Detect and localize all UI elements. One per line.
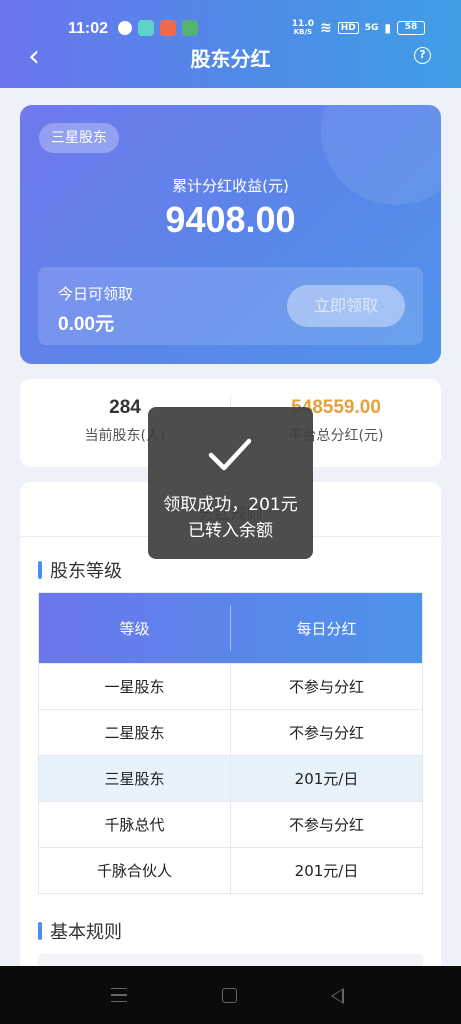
row-dividend: 不参与分红 [288,724,364,742]
table-row-current: 三星股东 201元/日 [39,755,422,801]
row-level: 千脉总代 [104,816,165,834]
app-notification-icon [138,20,154,36]
success-toast: 领取成功，201元 已转入余额 [148,407,313,559]
notification-icons [118,20,198,36]
status-bar: 11:02 11.0 KB/S ≋ HD 5G ▮ 58 [0,0,461,40]
status-time: 11:02 [68,20,109,37]
network-speed: 11.0 KB/S [291,19,314,37]
app-notification-icon-2 [160,20,176,36]
level-section-label: 股东等级 [50,561,122,582]
total-dividend-label: 累计分红收益(元) [172,177,289,195]
system-nav-bar [0,966,461,1024]
row-dividend: 201元/日 [294,862,359,880]
home-icon[interactable] [222,988,237,1003]
row-dividend: 不参与分红 [288,816,364,834]
recent-apps-icon[interactable] [111,988,127,1002]
android-icon [182,20,198,36]
table-header: 等级 每日分红 [39,593,422,663]
status-right: 11.0 KB/S ≋ HD 5G ▮ 58 [292,20,425,36]
basic-rules-label: 基本规则 [50,922,122,943]
battery-icon: 58 [397,21,425,35]
header-level: 等级 [119,619,150,638]
toast-submessage: 已转入余额 [188,521,273,541]
claim-now-button[interactable]: 立即领取 [287,285,405,327]
level-section-heading: 股东等级 [38,557,122,583]
today-claim-box: 今日可领取 0.00元 立即领取 [38,267,423,345]
check-icon [208,438,252,471]
basic-rules-heading: 基本规则 [38,918,122,944]
row-dividend: 201元/日 [294,770,359,788]
wechat-icon [118,21,132,35]
header-dividend: 每日分红 [296,619,357,638]
page-title: 股东分红 [190,47,271,71]
today-claim-label: 今日可领取 [58,285,134,303]
section-marker [38,561,42,579]
hd-badge: HD [337,22,359,34]
shareholder-level-table: 等级 每日分红 一星股东 不参与分红 二星股东 不参与分红 三星股东 201元/… [38,592,423,894]
wifi-icon: ≋ [319,20,332,36]
signal-5g: 5G [364,23,379,33]
section-marker [38,922,42,940]
help-icon[interactable]: ? [414,47,431,64]
row-level: 一星股东 [104,678,165,696]
signal-icon: ▮ [384,21,391,35]
table-row: 二星股东 不参与分红 [39,709,422,755]
app-header: 11:02 11.0 KB/S ≋ HD 5G ▮ 58 ‹ 股东分红 ? [0,0,461,88]
table-row: 一星股东 不参与分红 [39,663,422,709]
row-level: 千脉合伙人 [96,862,172,880]
total-dividend-amount: 9408.00 [165,199,296,240]
toast-message: 领取成功，201元 [163,495,298,515]
table-row: 千脉合伙人 201元/日 [39,847,422,893]
row-level: 三星股东 [104,770,165,788]
table-row: 千脉总代 不参与分红 [39,801,422,847]
dividend-summary-card: 三星股东 累计分红收益(元) 9408.00 今日可领取 0.00元 立即领取 [20,105,441,364]
row-level: 二星股东 [104,724,165,742]
back-nav-icon[interactable] [331,988,344,1004]
level-badge: 三星股东 [39,123,119,153]
row-dividend: 不参与分红 [288,678,364,696]
today-claim-amount: 0.00元 [58,314,114,335]
